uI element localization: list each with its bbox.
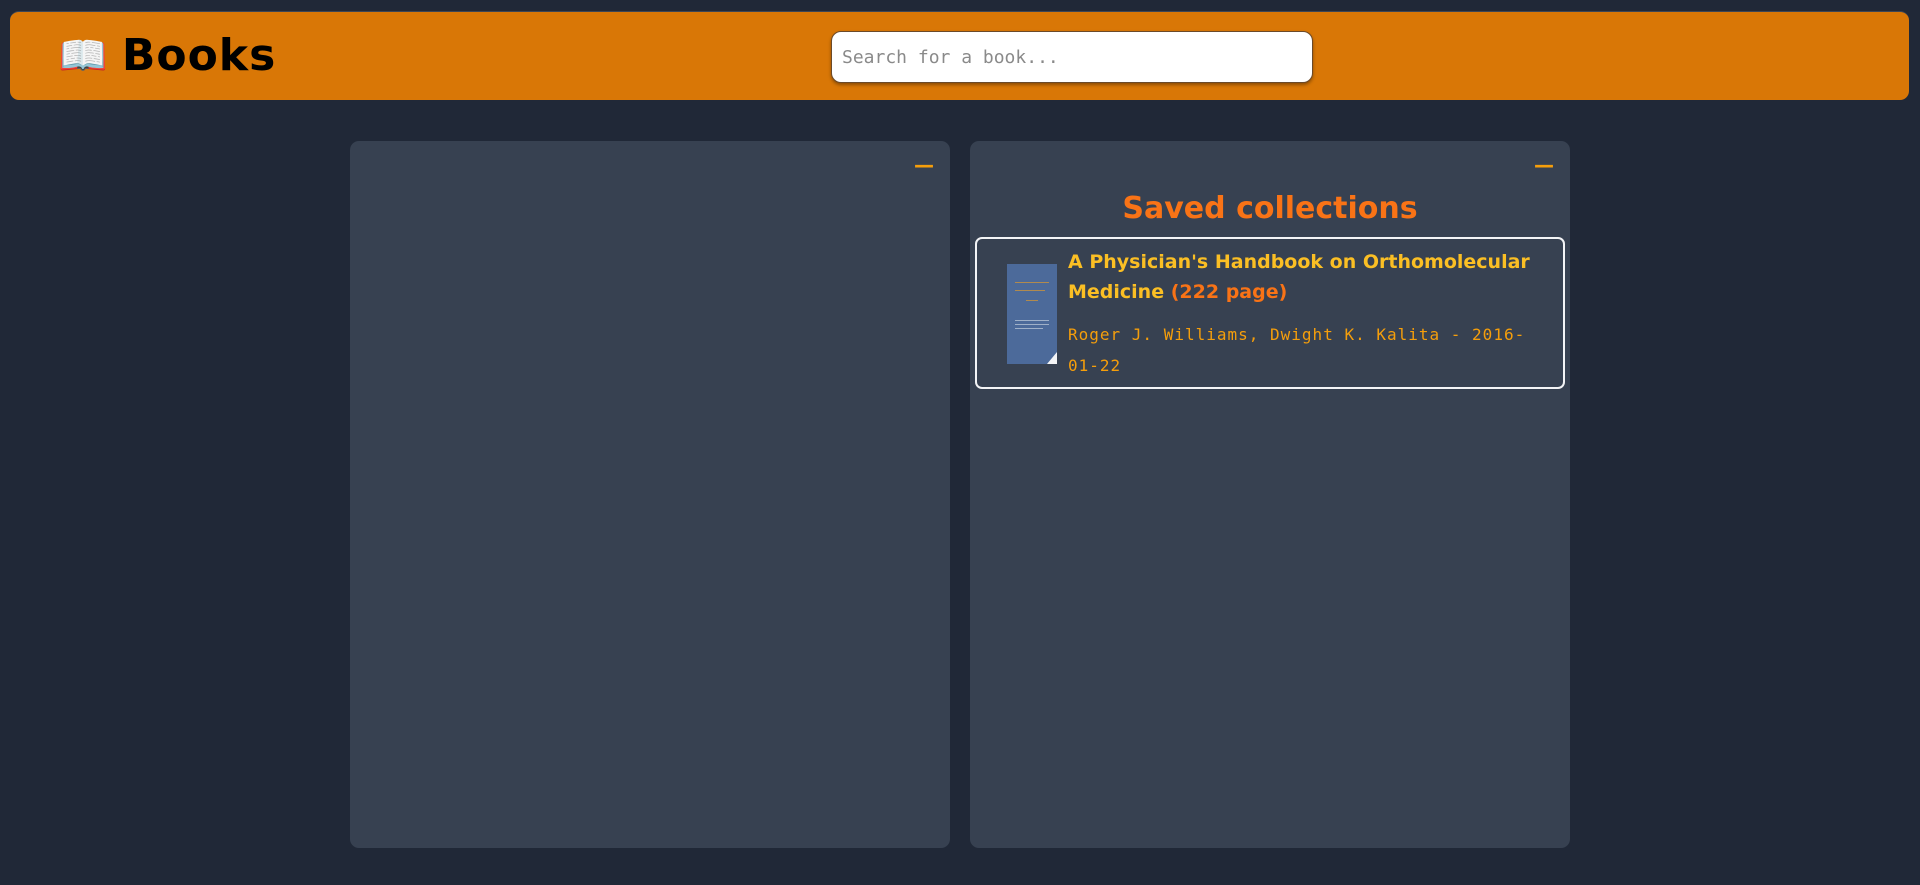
brand[interactable]: 📖 Books — [58, 34, 276, 78]
saved-collections-panel: — Saved collections A Physician's Handbo… — [970, 141, 1570, 848]
book-title: A Physician's Handbook on Orthomolecular… — [1068, 247, 1548, 307]
minimize-button[interactable]: — — [914, 155, 934, 175]
panel-title: Saved collections — [1122, 191, 1418, 226]
book-title-text: A Physician's Handbook on Orthomolecular… — [1068, 251, 1530, 303]
minimize-button[interactable]: — — [1534, 155, 1554, 175]
app-title: Books — [121, 30, 277, 81]
left-panel: — — [350, 141, 950, 848]
book-cover-image — [1007, 264, 1057, 364]
search-input[interactable] — [831, 31, 1313, 83]
book-card[interactable]: A Physician's Handbook on Orthomolecular… — [975, 237, 1565, 389]
page-count: (222 page) — [1170, 281, 1288, 303]
app-header: 📖 Books — [10, 11, 1909, 100]
book-authors-date: Roger J. Williams, Dwight K. Kalita - 20… — [1068, 325, 1526, 375]
open-book-icon: 📖 — [58, 33, 108, 79]
